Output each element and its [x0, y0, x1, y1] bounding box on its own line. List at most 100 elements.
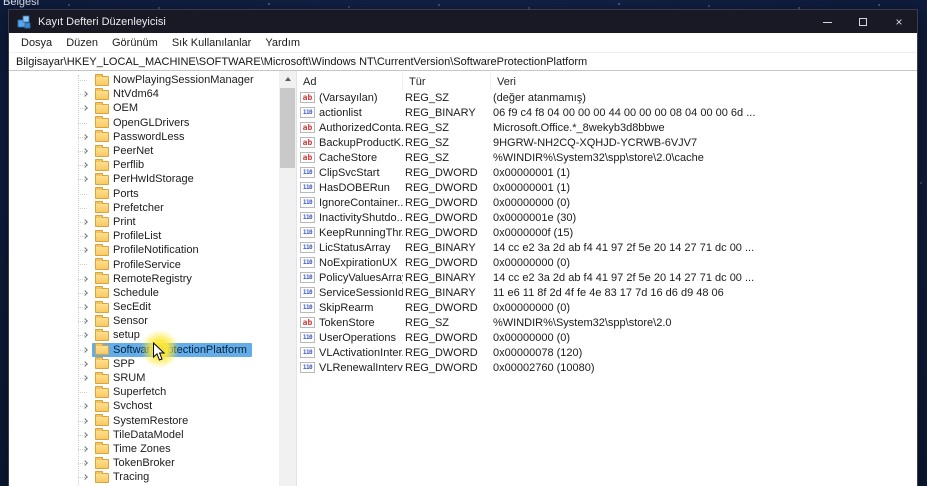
chevron-right-icon[interactable] [78, 159, 92, 172]
value-row-backupproductk[interactable]: ab BackupProductK... REG_SZ 9HGRW-NH2CQ-XQH… [297, 135, 917, 150]
binary-value-icon: 110 [300, 167, 315, 178]
chevron-right-icon[interactable] [78, 215, 92, 228]
tree-item-superfetch[interactable]: Superfetch [9, 385, 279, 399]
tree-item-tiledatamodel[interactable]: TileDataModel [9, 428, 279, 442]
folder-icon [95, 286, 109, 299]
chevron-right-icon[interactable] [78, 286, 92, 299]
chevron-right-icon[interactable] [78, 301, 92, 314]
tree-item-print[interactable]: Print [9, 215, 279, 229]
chevron-right-icon[interactable] [78, 145, 92, 158]
column-header-veri[interactable]: Veri [491, 73, 917, 90]
tree-item-ports[interactable]: Ports [9, 187, 279, 201]
scroll-up-button[interactable] [279, 71, 296, 86]
tree-item-passwordless[interactable]: PasswordLess [9, 130, 279, 144]
tree-item-tokenbroker[interactable]: TokenBroker [9, 456, 279, 470]
value-name-cell: 110 PolicyValuesArray [297, 272, 403, 284]
chevron-right-icon[interactable] [78, 471, 92, 484]
tree-item-opengldrivers[interactable]: OpenGLDrivers [9, 116, 279, 130]
value-row-clipsvcstart[interactable]: 110 ClipSvcStart REG_DWORD 0x00000001 (1) [297, 165, 917, 180]
tree-item-perhwidstorage[interactable]: PerHwIdStorage [9, 172, 279, 186]
chevron-right-icon[interactable] [78, 102, 92, 115]
value-row-policyvaluesarray[interactable]: 110 PolicyValuesArray REG_BINARY 14 cc e2 3… [297, 270, 917, 285]
chevron-right-icon[interactable] [78, 357, 92, 370]
value-row-noexpirationux[interactable]: 110 NoExpirationUX REG_DWORD 0x00000000 (0) [297, 255, 917, 270]
value-row-licstatusarray[interactable]: 110 LicStatusArray REG_BINARY 14 cc e2 3a 2… [297, 240, 917, 255]
value-name: VLRenewalInterval [319, 361, 403, 374]
chevron-right-icon[interactable] [78, 272, 92, 285]
tree-item-svchost[interactable]: Svchost [9, 399, 279, 413]
minimize-button[interactable] [809, 10, 845, 33]
value-row-hasdoberun[interactable]: 110 HasDOBERun REG_DWORD 0x00000001 (1) [297, 180, 917, 195]
binary-value-icon: 110 [300, 362, 315, 373]
menu-item-d-zen[interactable]: Düzen [59, 37, 105, 49]
binary-value-icon: 110 [300, 257, 315, 268]
tree-item-softwareprotectionplatform[interactable]: SoftwareProtectionPlatform [9, 342, 279, 357]
tree-item-secedit[interactable]: SecEdit [9, 300, 279, 314]
value-row-skiprearm[interactable]: 110 SkipRearm REG_DWORD 0x00000000 (0) [297, 300, 917, 315]
address-bar[interactable]: Bilgisayar\HKEY_LOCAL_MACHINE\SOFTWARE\M… [9, 52, 917, 71]
tree-item-sensor[interactable]: Sensor [9, 314, 279, 328]
chevron-right-icon[interactable] [78, 329, 92, 342]
value-type: REG_SZ [405, 91, 450, 104]
tree-item-profileservice[interactable]: ProfileService [9, 257, 279, 271]
maximize-button[interactable] [845, 10, 881, 33]
tree-item-remoteregistry[interactable]: RemoteRegistry [9, 272, 279, 286]
tree-item-schedule[interactable]: Schedule [9, 286, 279, 300]
value-row-cachestore[interactable]: ab CacheStore REG_SZ %WINDIR%\System32\spp\… [297, 150, 917, 165]
tree-item-ntvdm64[interactable]: NtVdm64 [9, 87, 279, 101]
tree-item-time-zones[interactable]: Time Zones [9, 442, 279, 456]
value-row-vlrenewalinterval[interactable]: 110 VLRenewalInterval REG_DWORD 0x00002760 … [297, 360, 917, 375]
value-row-inactivityshutdo[interactable]: 110 InactivityShutdo... REG_DWORD 0x0000001… [297, 210, 917, 225]
chevron-right-icon[interactable] [78, 244, 92, 257]
value-type: REG_DWORD [405, 181, 478, 194]
chevron-right-icon[interactable] [78, 400, 92, 413]
desktop-label: Belgesi [3, 0, 40, 8]
tree-item-peernet[interactable]: PeerNet [9, 144, 279, 158]
chevron-right-icon[interactable] [78, 130, 92, 143]
column-header-ad[interactable]: Ad [297, 73, 403, 90]
chevron-right-icon[interactable] [78, 414, 92, 427]
value-row-useroperations[interactable]: 110 UserOperations REG_DWORD 0x00000000 (0) [297, 330, 917, 345]
menu-item-s-k-kullan-lanlar[interactable]: Sık Kullanılanlar [165, 37, 259, 49]
tree-item-profilenotification[interactable]: ProfileNotification [9, 243, 279, 257]
scrollbar-thumb[interactable] [280, 88, 295, 168]
chevron-right-icon[interactable] [78, 457, 92, 470]
chevron-right-icon[interactable] [78, 442, 92, 455]
chevron-glyph [81, 446, 88, 452]
value-row-varsay-lan[interactable]: ab (Varsayılan) REG_SZ (değer atanmamış) [297, 90, 917, 105]
value-row-authorizedconta[interactable]: ab AuthorizedConta... REG_SZ Microsoft.Offi… [297, 120, 917, 135]
tree-item-tracing[interactable]: Tracing [9, 470, 279, 484]
close-button[interactable]: × [881, 10, 917, 33]
value-row-tokenstore[interactable]: ab TokenStore REG_SZ %WINDIR%\System32\spp\… [297, 315, 917, 330]
tree-scrollbar[interactable] [279, 71, 296, 486]
tree-item-perflib[interactable]: Perflib [9, 158, 279, 172]
chevron-right-icon[interactable] [78, 315, 92, 328]
chevron-right-icon[interactable] [78, 88, 92, 101]
tree-item-systemrestore[interactable]: SystemRestore [9, 414, 279, 428]
tree-item-oem[interactable]: OEM [9, 101, 279, 115]
value-row-servicesessionid[interactable]: 110 ServiceSessionId REG_BINARY 11 e6 11 8f… [297, 285, 917, 300]
column-header-t-r[interactable]: Tür [403, 73, 491, 90]
value-row-ignorecontainer[interactable]: 110 IgnoreContainer... REG_DWORD 0x00000000… [297, 195, 917, 210]
menu-item-g-r-n-m[interactable]: Görünüm [105, 37, 165, 49]
tree-item-label: TileDataModel [113, 428, 184, 441]
menu-item-yard-m[interactable]: Yardım [258, 37, 307, 49]
chevron-right-icon[interactable] [78, 343, 92, 356]
tree-item-prefetcher[interactable]: Prefetcher [9, 201, 279, 215]
chevron-right-icon[interactable] [78, 428, 92, 441]
tree-item-profilelist[interactable]: ProfileList [9, 229, 279, 243]
chevron-right-icon[interactable] [78, 230, 92, 243]
chevron-right-icon[interactable] [78, 372, 92, 385]
tree-item-body: RemoteRegistry [92, 272, 197, 286]
tree-item-nowplayingsessionmanager[interactable]: NowPlayingSessionManager [9, 73, 279, 87]
value-row-keeprunningthr[interactable]: 110 KeepRunningThr... REG_DWORD 0x0000000f … [297, 225, 917, 240]
value-row-actionlist[interactable]: 110 actionlist REG_BINARY 06 f9 c4 f8 04 00… [297, 105, 917, 120]
tree-item-srum[interactable]: SRUM [9, 371, 279, 385]
value-row-vlactivationinter[interactable]: 110 VLActivationInter... REG_DWORD 0x000000… [297, 345, 917, 360]
chevron-right-icon[interactable] [78, 173, 92, 186]
menu-item-dosya[interactable]: Dosya [14, 37, 59, 49]
value-name-cell: 110 ServiceSessionId [297, 287, 403, 299]
chevron-glyph [81, 247, 88, 254]
tree-item-spp[interactable]: SPP [9, 357, 279, 371]
tree-item-setup[interactable]: setup [9, 328, 279, 342]
